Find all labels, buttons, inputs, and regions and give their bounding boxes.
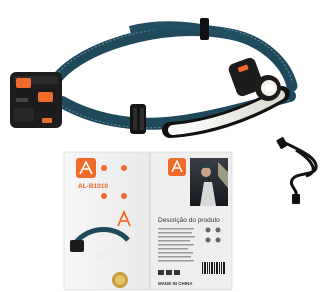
spec-text-line: [158, 256, 191, 258]
spec-icon: [205, 227, 211, 233]
feature-icon: [121, 165, 127, 171]
spec-text-line: [158, 240, 190, 242]
spec-text-line: [158, 252, 193, 254]
product-scene: AL-B1010 Descrição do produto MADE IN CH…: [10, 18, 318, 291]
spec-text-line: [158, 236, 195, 238]
battery-button-side: [38, 92, 53, 102]
packaging-box: AL-B1010 Descrição do produto MADE IN CH…: [63, 151, 233, 291]
battery-button-top: [16, 78, 31, 88]
feature-icon: [101, 193, 107, 199]
spotlight-head: [228, 57, 281, 101]
spec-text-line: [158, 232, 192, 234]
spec-text-line: [158, 244, 194, 246]
battery-pack: [10, 72, 62, 128]
headlamp: [10, 18, 298, 138]
spec-text-line: [158, 248, 188, 250]
certification-mark: [174, 270, 180, 275]
usb-plug-a: [276, 137, 288, 149]
model-label: AL-B1010: [78, 183, 108, 190]
box-product-photo: [190, 158, 228, 206]
spec-icon: [205, 237, 211, 243]
product-description-heading: Descrição do produto: [158, 217, 220, 224]
charge-port: [42, 118, 52, 123]
usb-cable: [276, 137, 318, 204]
certification-mark: [158, 270, 164, 275]
spec-text-line: [158, 228, 194, 230]
feature-icon: [101, 165, 107, 171]
certification-mark: [166, 270, 172, 275]
made-in-label: MADE IN CHINA: [158, 281, 193, 286]
spec-icon: [215, 237, 221, 243]
spec-text-line: [158, 260, 194, 262]
strap-buckle-top: [200, 18, 209, 40]
spec-icon: [215, 227, 221, 233]
usb-plug-c: [292, 194, 300, 204]
feature-icon: [121, 193, 127, 199]
